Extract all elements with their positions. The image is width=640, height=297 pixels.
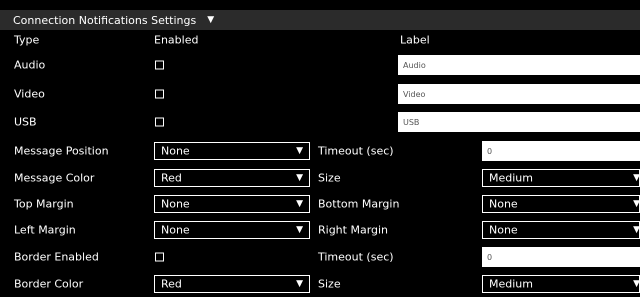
bottom-margin-select[interactable]: None ▼ [482,195,640,213]
connection-row-video: Video [0,81,640,107]
header-label: Label [400,33,430,47]
border-enabled-checkbox[interactable] [155,252,164,262]
connection-row-usb: USB [0,109,640,135]
border-enabled-row: Border Enabled Timeout (sec) [0,244,640,270]
dropdown-caret-icon: ▼ [296,225,303,235]
message-position-select[interactable]: None ▼ [154,142,310,160]
message-color-value: Red [161,171,182,185]
header-type: Type [14,33,40,47]
border-color-row: Border Color Red ▼ Size Medium ▼ [0,271,640,297]
connection-type-label: USB [14,115,37,129]
bottom-margin-value: None [489,197,518,211]
dropdown-caret-icon: ▼ [633,279,640,289]
dropdown-caret-icon: ▼ [296,279,303,289]
header-enabled: Enabled [154,33,199,47]
dropdown-caret-icon: ▼ [296,199,303,209]
top-margin-value: None [161,197,190,211]
dropdown-caret-icon: ▼ [633,173,640,183]
left-margin-value: None [161,223,190,237]
left-margin-select[interactable]: None ▼ [154,221,310,239]
border-size-value: Medium [489,277,533,291]
border-enabled-label: Border Enabled [14,250,99,264]
message-color-label: Message Color [14,171,95,185]
border-size-label: Size [318,277,341,291]
message-position-label: Message Position [14,144,109,158]
right-margin-label: Right Margin [318,223,389,237]
usb-enabled-checkbox[interactable] [155,117,164,127]
settings-panel-header[interactable]: Connection Notifications Settings ▼ [0,10,640,30]
audio-enabled-checkbox[interactable] [155,60,164,70]
message-color-row: Message Color Red ▼ Size Medium ▼ [0,165,640,191]
border-color-select[interactable]: Red ▼ [154,275,310,293]
panel-title: Connection Notifications Settings [13,13,197,27]
right-margin-select[interactable]: None ▼ [482,221,640,239]
right-margin-value: None [489,223,518,237]
message-size-value: Medium [489,171,533,185]
dropdown-caret-icon: ▼ [296,173,303,183]
audio-label-input[interactable] [398,55,640,75]
connection-row-audio: Audio [0,52,640,78]
connection-type-label: Audio [14,58,46,72]
timeout-input[interactable] [482,141,640,161]
message-position-value: None [161,144,190,158]
message-size-select[interactable]: Medium ▼ [482,169,640,187]
border-color-label: Border Color [14,277,84,291]
dropdown-caret-icon: ▼ [633,225,640,235]
video-label-input[interactable] [398,84,640,104]
dropdown-caret-icon: ▼ [633,199,640,209]
timeout-label: Timeout (sec) [318,144,394,158]
horizontal-margin-row: Left Margin None ▼ Right Margin None ▼ [0,217,640,243]
top-margin-label: Top Margin [14,197,74,211]
message-position-row: Message Position None ▼ Timeout (sec) [0,138,640,164]
dropdown-caret-icon: ▼ [296,146,303,156]
usb-label-input[interactable] [398,112,640,132]
bottom-margin-label: Bottom Margin [318,197,400,211]
column-header-row: Type Enabled Label [0,30,640,50]
border-color-value: Red [161,277,182,291]
border-timeout-input[interactable] [482,247,640,267]
border-size-select[interactable]: Medium ▼ [482,275,640,293]
connection-type-label: Video [14,87,45,101]
vertical-margin-row: Top Margin None ▼ Bottom Margin None ▼ [0,191,640,217]
collapse-caret-icon[interactable]: ▼ [207,15,214,25]
size-label: Size [318,171,341,185]
border-timeout-label: Timeout (sec) [318,250,394,264]
left-margin-label: Left Margin [14,223,76,237]
video-enabled-checkbox[interactable] [155,89,164,99]
message-color-select[interactable]: Red ▼ [154,169,310,187]
top-margin-select[interactable]: None ▼ [154,195,310,213]
